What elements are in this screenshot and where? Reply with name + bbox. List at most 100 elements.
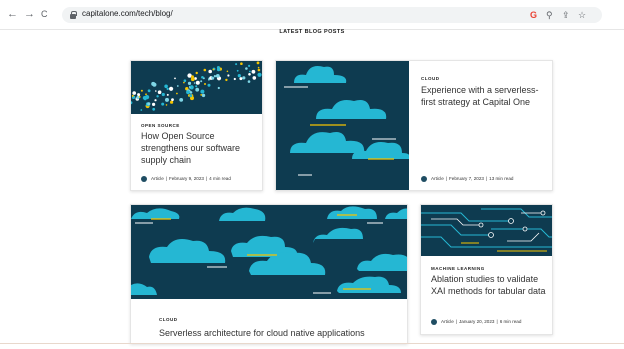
- card-title[interactable]: How Open Source strengthens our software…: [141, 130, 259, 166]
- decor-dot: [249, 70, 251, 73]
- decor-dot: [247, 80, 251, 83]
- decor-dot: [195, 80, 200, 85]
- card-meta: Article | February 9, 2023 | 4 min read: [141, 176, 231, 182]
- decor-dot: [252, 76, 257, 80]
- decor-dot: [226, 70, 229, 73]
- dots-illustration: [131, 61, 262, 111]
- article-icon: [141, 176, 147, 182]
- decor-dot: [193, 82, 196, 84]
- decor-dot: [152, 107, 156, 111]
- decor-dot: [131, 101, 133, 105]
- lock-icon: [70, 11, 77, 19]
- decor-dot: [145, 93, 147, 96]
- decor-dot: [142, 96, 147, 100]
- card-image-circuit: [421, 205, 552, 256]
- decor-dot: [248, 64, 251, 67]
- browser-toolbar: ← → C capitalone.com/tech/blog/ G ⚲ ⇪ ☆: [0, 0, 624, 30]
- reload-icon[interactable]: C: [41, 8, 48, 20]
- decor-dot: [140, 109, 143, 111]
- card-image-clouds: [276, 61, 409, 190]
- decor-dot: [211, 76, 215, 80]
- decor-dot: [215, 74, 220, 78]
- card-title[interactable]: Serverless architecture for cloud native…: [159, 327, 399, 339]
- read-time: 13 min read: [489, 176, 514, 182]
- decor-dot: [240, 62, 243, 65]
- card-category: CLOUD: [421, 76, 440, 81]
- decor-dot: [155, 90, 157, 92]
- decor-dot: [236, 69, 239, 72]
- decor-dot: [157, 90, 162, 94]
- decor-dot: [179, 98, 184, 102]
- clouds-illustration: [131, 206, 407, 295]
- decor-dot: [161, 102, 165, 106]
- decor-dot: [201, 76, 204, 79]
- decor-dot: [239, 77, 243, 81]
- zoom-icon[interactable]: ⚲: [546, 9, 553, 21]
- decor-dot: [171, 98, 174, 101]
- article-icon: [421, 176, 427, 182]
- decor-dot: [176, 92, 178, 95]
- card-category: CLOUD: [159, 317, 178, 322]
- google-lens-icon[interactable]: G: [530, 9, 537, 21]
- decor-dot: [132, 91, 136, 95]
- decor-dot: [195, 87, 200, 92]
- card-category: OPEN SOURCE: [141, 123, 180, 128]
- decor-dot: [235, 63, 238, 66]
- forward-arrow-icon[interactable]: →: [24, 8, 35, 20]
- decor-dot: [151, 81, 156, 86]
- blog-card-ablation-studies[interactable]: MACHINE LEARNING Ablation studies to val…: [420, 204, 553, 335]
- section-title: LATEST BLOG POSTS: [279, 29, 345, 35]
- decor-dot: [217, 86, 220, 90]
- decor-dot: [165, 97, 169, 102]
- decor-dot: [166, 87, 169, 91]
- blog-card-serverless-architecture[interactable]: CLOUD Serverless architecture for cloud …: [130, 204, 408, 344]
- decor-dot: [237, 74, 241, 78]
- decor-dot: [174, 77, 176, 80]
- decor-dot: [227, 74, 230, 77]
- clouds-illustration: [284, 66, 409, 176]
- decor-dot: [251, 69, 256, 74]
- decor-dot: [187, 81, 192, 85]
- circuit-illustration: [421, 208, 552, 252]
- post-date: February 7, 2023: [448, 176, 484, 182]
- decor-dot: [176, 85, 179, 87]
- decor-dot: [189, 94, 193, 98]
- decor-dot: [140, 89, 143, 92]
- bookmark-star-icon[interactable]: ☆: [578, 9, 586, 21]
- post-type: Article: [441, 319, 454, 325]
- decor-dot: [207, 83, 211, 87]
- decor-dot: [195, 85, 198, 88]
- card-title[interactable]: Experience with a serverless-first strat…: [421, 84, 546, 108]
- read-time: 6 min read: [499, 319, 522, 325]
- decor-dot: [216, 67, 221, 72]
- decor-dot: [201, 93, 206, 98]
- back-arrow-icon[interactable]: ←: [7, 8, 18, 20]
- decor-dot: [170, 100, 174, 104]
- decor-dot: [137, 93, 141, 97]
- decor-dot: [242, 76, 246, 80]
- blog-card-open-source[interactable]: OPEN SOURCE How Open Source strengthens …: [130, 60, 263, 191]
- decor-dot: [147, 89, 151, 93]
- decor-dot: [248, 73, 251, 76]
- decor-dot: [131, 94, 134, 97]
- blog-card-serverless-first[interactable]: CLOUD Experience with a serverless-first…: [275, 60, 553, 191]
- decor-dot: [154, 99, 157, 102]
- decor-dot: [208, 78, 210, 81]
- decor-dot: [190, 77, 195, 82]
- card-title[interactable]: Ablation studies to validate XAI methods…: [431, 273, 552, 297]
- address-bar[interactable]: capitalone.com/tech/blog/ G ⚲ ⇪ ☆: [62, 7, 602, 23]
- post-type: Article: [431, 176, 444, 182]
- decor-dot: [204, 83, 206, 85]
- decor-dot: [256, 61, 260, 65]
- decor-dot: [257, 72, 262, 77]
- decor-dot: [200, 94, 203, 96]
- decor-dot: [156, 95, 159, 98]
- decor-dot: [213, 75, 217, 78]
- card-category: MACHINE LEARNING: [431, 266, 485, 271]
- share-icon[interactable]: ⇪: [562, 9, 570, 21]
- url-text[interactable]: capitalone.com/tech/blog/: [82, 9, 173, 18]
- decor-dot: [183, 81, 185, 84]
- decor-dot: [195, 71, 198, 75]
- post-date: February 9, 2023: [168, 176, 204, 182]
- card-meta: Article | January 20, 2023 | 6 min read: [431, 319, 521, 325]
